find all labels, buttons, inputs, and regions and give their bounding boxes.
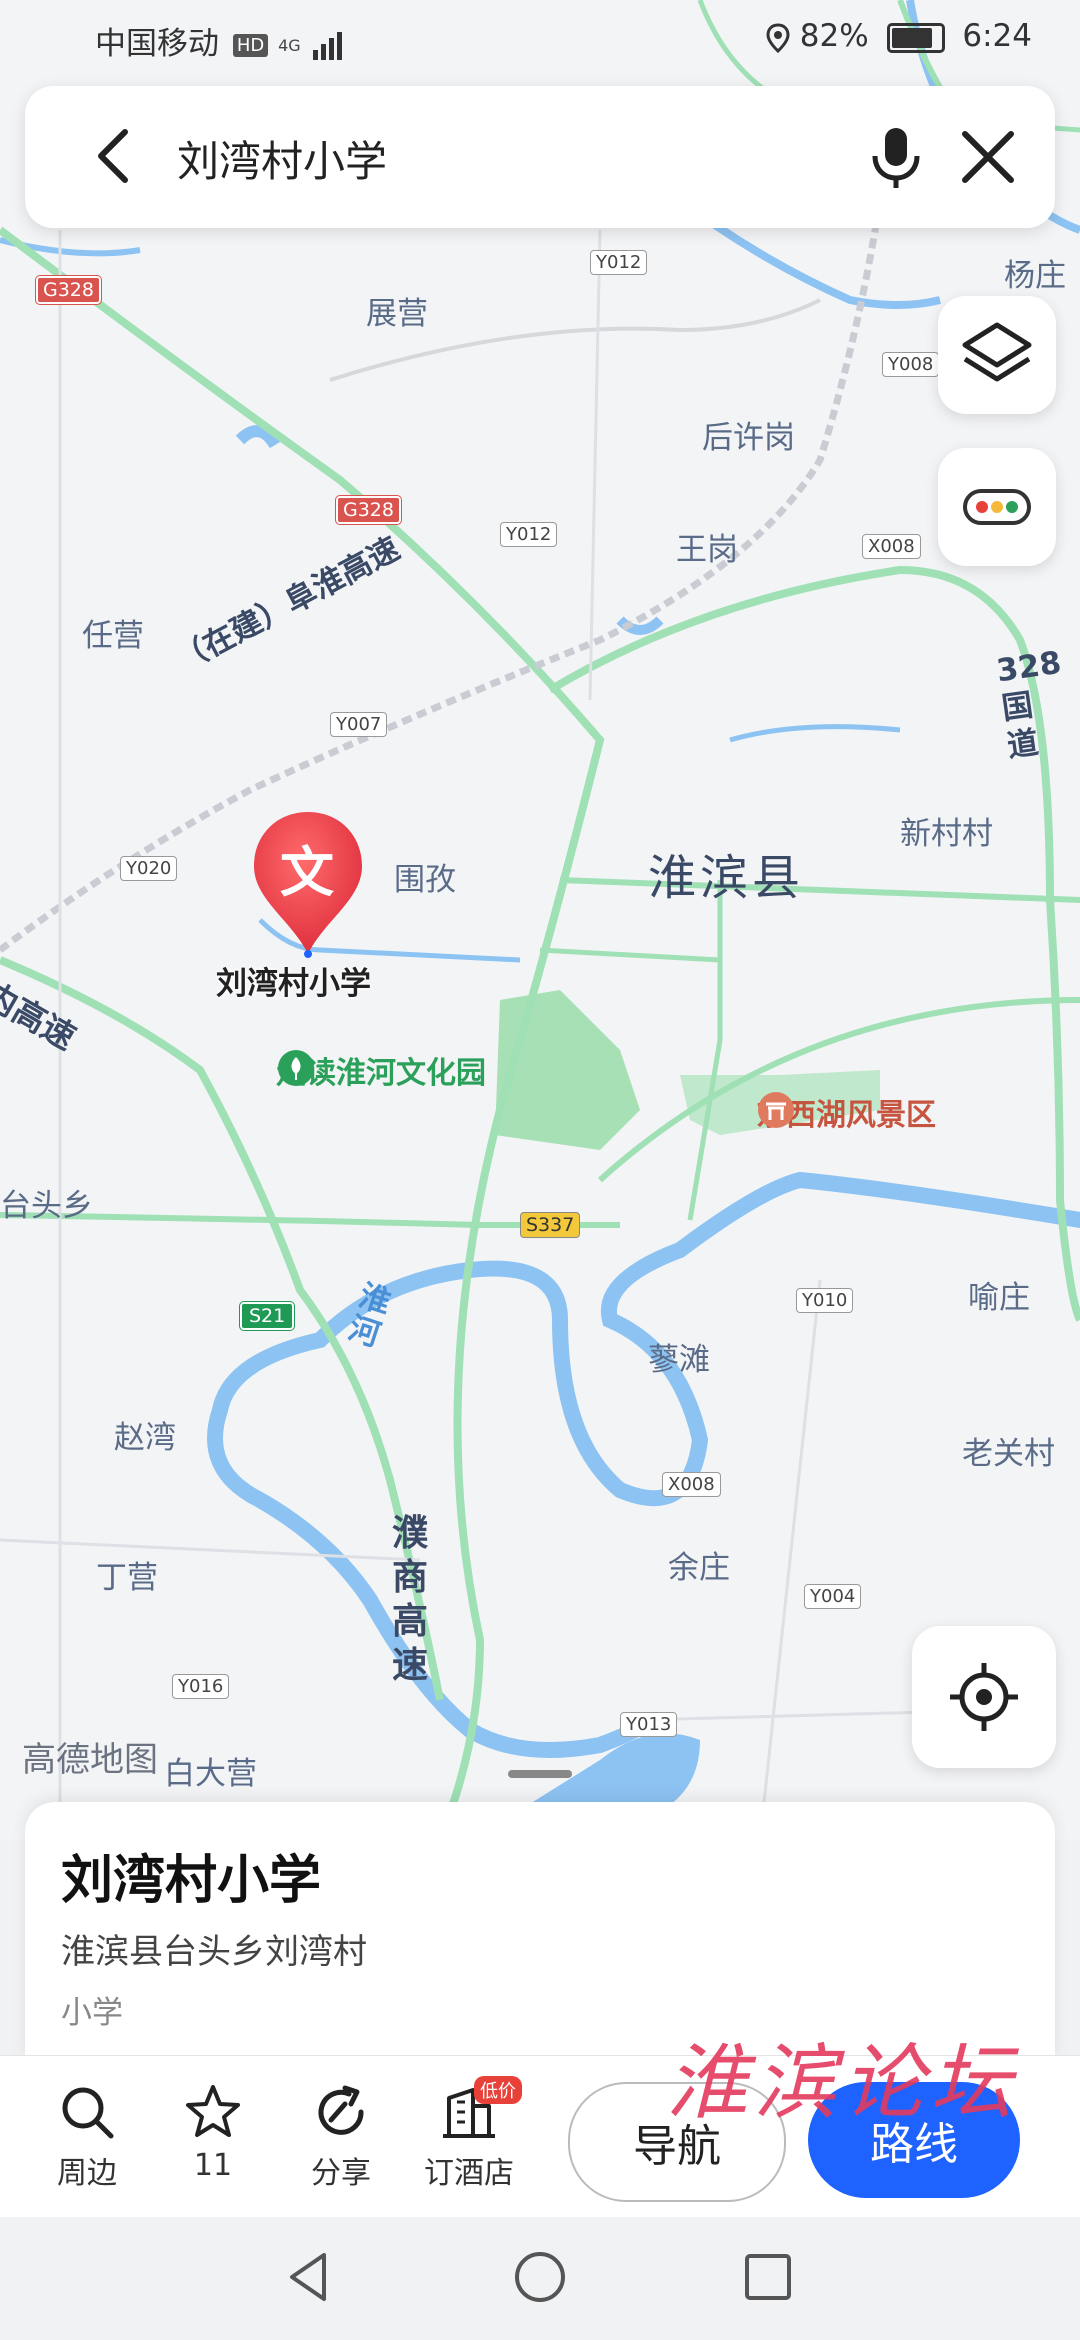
map-label-zhanying: 展营 xyxy=(366,296,428,332)
map-label-dingying: 丁营 xyxy=(96,1560,158,1596)
nav-back-icon[interactable] xyxy=(280,2247,340,2307)
road-shield-g328: G328 xyxy=(335,495,402,525)
traffic-light-icon xyxy=(963,489,1031,525)
share-icon xyxy=(318,2085,364,2135)
road-shield: X008 xyxy=(862,534,921,559)
share-label: 分享 xyxy=(311,2156,371,2191)
road-shield: Y004 xyxy=(804,1584,862,1609)
nearby-label: 周边 xyxy=(57,2156,117,2191)
back-arrow-icon[interactable] xyxy=(87,126,147,186)
selected-location-marker[interactable]: 文 xyxy=(248,808,368,958)
network-type: 4G xyxy=(278,36,301,55)
map-label-yuzhuang2: 余庄 xyxy=(668,1550,730,1586)
road-shield-s337: S337 xyxy=(520,1212,581,1238)
marker-glyph: 文 xyxy=(280,841,334,904)
search-query[interactable]: 刘湾村小学 xyxy=(177,128,387,189)
road-shield: Y013 xyxy=(620,1712,678,1737)
crosshair-icon xyxy=(950,1663,1018,1731)
status-right: 82% 6:24 xyxy=(766,18,1032,54)
map-label-zhaowan: 赵湾 xyxy=(114,1420,176,1456)
map-canvas xyxy=(0,0,1080,1840)
search-bar[interactable]: 刘湾村小学 xyxy=(25,86,1055,228)
traffic-toggle-button[interactable] xyxy=(938,448,1056,566)
carrier: 中国移动 xyxy=(95,26,219,62)
clock: 6:24 xyxy=(962,18,1032,54)
scenic-gate-icon xyxy=(758,1092,794,1128)
map-label-yangzhuang: 杨庄 xyxy=(1004,258,1066,294)
park-icon xyxy=(278,1050,314,1086)
road-shield: Y010 xyxy=(796,1288,854,1313)
share-button[interactable]: 分享 xyxy=(286,2082,396,2192)
road-shield: Y012 xyxy=(590,250,648,275)
nav-recents-icon[interactable] xyxy=(738,2247,798,2307)
map-label-laoguancun: 老关村 xyxy=(962,1436,1055,1472)
microphone-icon[interactable] xyxy=(865,124,927,192)
search-icon xyxy=(62,2087,114,2139)
map-label-wanggang: 王岗 xyxy=(676,532,738,568)
system-nav-bar xyxy=(0,2217,1080,2340)
sheet-drag-handle[interactable] xyxy=(508,1770,572,1778)
star-icon xyxy=(186,2085,240,2137)
road-shield: Y016 xyxy=(172,1674,230,1699)
map-label-yuzhuang: 喻庄 xyxy=(968,1280,1030,1316)
road-shield: X008 xyxy=(662,1472,721,1497)
signal-icon xyxy=(312,31,342,60)
road-shield: Y007 xyxy=(330,712,388,737)
close-icon[interactable] xyxy=(957,126,1019,188)
hotel-label: 订酒店 xyxy=(424,2156,514,2191)
map-label-weimei: 围孜 xyxy=(394,862,456,898)
nearby-button[interactable]: 周边 xyxy=(32,2082,142,2192)
map-label-taitouxiang: 台头乡 xyxy=(0,1188,93,1224)
layers-icon xyxy=(962,322,1032,382)
hotel-button[interactable]: 低价 订酒店 xyxy=(414,2076,524,2192)
status-left: 中国移动 HD 4G xyxy=(95,18,345,63)
hd-badge: HD xyxy=(232,34,269,57)
map-label-lutan: 蓼滩 xyxy=(648,1342,710,1378)
place-address: 淮滨县台头乡刘湾村 xyxy=(61,1932,367,1972)
map-label-dadaying: 白大营 xyxy=(164,1756,257,1792)
road-shield: Y012 xyxy=(500,522,558,547)
amap-logo: 高德地图 xyxy=(22,1740,158,1780)
battery-percent: 82% xyxy=(799,18,869,54)
road-shield: Y020 xyxy=(120,856,178,881)
map-view[interactable]: 展营 后许岗 王岗 任营 围孜 淮滨县 新村村 台头乡 蓼滩 喻庄 赵湾 老关村… xyxy=(0,0,1080,1840)
map-label-xincuncun: 新村村 xyxy=(900,816,993,852)
hotel-badge: 低价 xyxy=(474,2076,522,2104)
battery-icon xyxy=(886,22,945,53)
poi-scenic[interactable]: 东西湖风景区 xyxy=(756,1090,936,1134)
favorite-button[interactable]: 11 xyxy=(158,2082,268,2183)
layers-button[interactable] xyxy=(938,296,1056,414)
map-label-houxugang: 后许岗 xyxy=(702,420,795,456)
poi-park[interactable]: 走读淮河文化园 xyxy=(276,1048,486,1092)
road-shield-g328: G328 xyxy=(35,275,102,305)
map-label-renying: 任营 xyxy=(82,618,144,654)
marker-label: 刘湾村小学 xyxy=(216,966,371,1002)
locate-me-button[interactable] xyxy=(912,1626,1056,1768)
nav-home-icon[interactable] xyxy=(510,2247,570,2307)
status-bar: 中国移动 HD 4G 82% 6:24 xyxy=(0,0,1080,80)
place-category: 小学 xyxy=(61,1995,123,2031)
favorite-count: 11 xyxy=(193,2148,233,2183)
road-shield-s21: S21 xyxy=(238,1301,296,1331)
location-icon xyxy=(766,22,790,53)
road-shield: Y008 xyxy=(882,352,940,377)
map-label-huaibin-county: 淮滨县 xyxy=(648,850,805,906)
highway-label-pushang: 濮商高速 xyxy=(392,1513,429,1686)
place-title: 刘湾村小学 xyxy=(61,1851,322,1911)
watermark: 淮滨论坛 xyxy=(666,2036,1018,2131)
